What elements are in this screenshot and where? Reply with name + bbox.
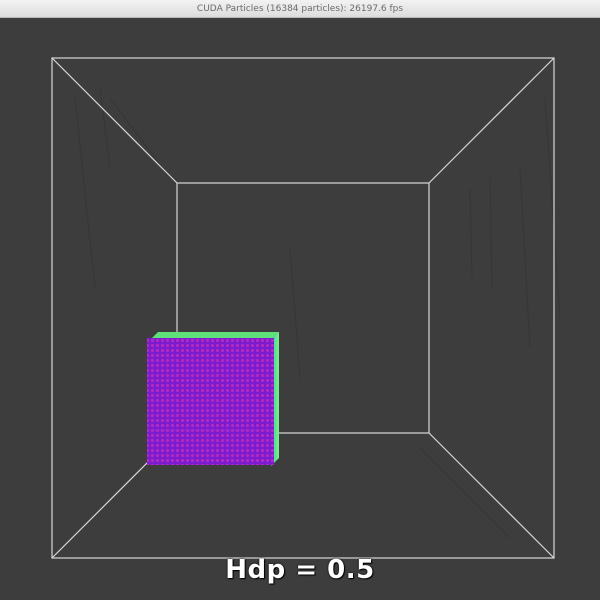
box-corner-edge-tr <box>428 57 555 184</box>
box-corner-edge-tl <box>51 57 178 184</box>
particle-cube <box>147 332 279 466</box>
parameter-caption: Hdp = 0.5 <box>225 555 375 585</box>
app-window: CUDA Particles (16384 particles): 26197.… <box>0 0 600 600</box>
particle-cube-front <box>147 338 274 465</box>
background-streaks <box>74 87 561 539</box>
particle-scene <box>51 57 561 559</box>
boundary-box-wireframe <box>51 57 555 559</box>
simulation-viewport[interactable]: Hdp = 0.5 <box>0 18 600 600</box>
window-titlebar[interactable]: CUDA Particles (16384 particles): 26197.… <box>0 0 600 18</box>
window-title: CUDA Particles (16384 particles): 26197.… <box>196 3 404 14</box>
box-corner-edge-br <box>428 432 555 559</box>
